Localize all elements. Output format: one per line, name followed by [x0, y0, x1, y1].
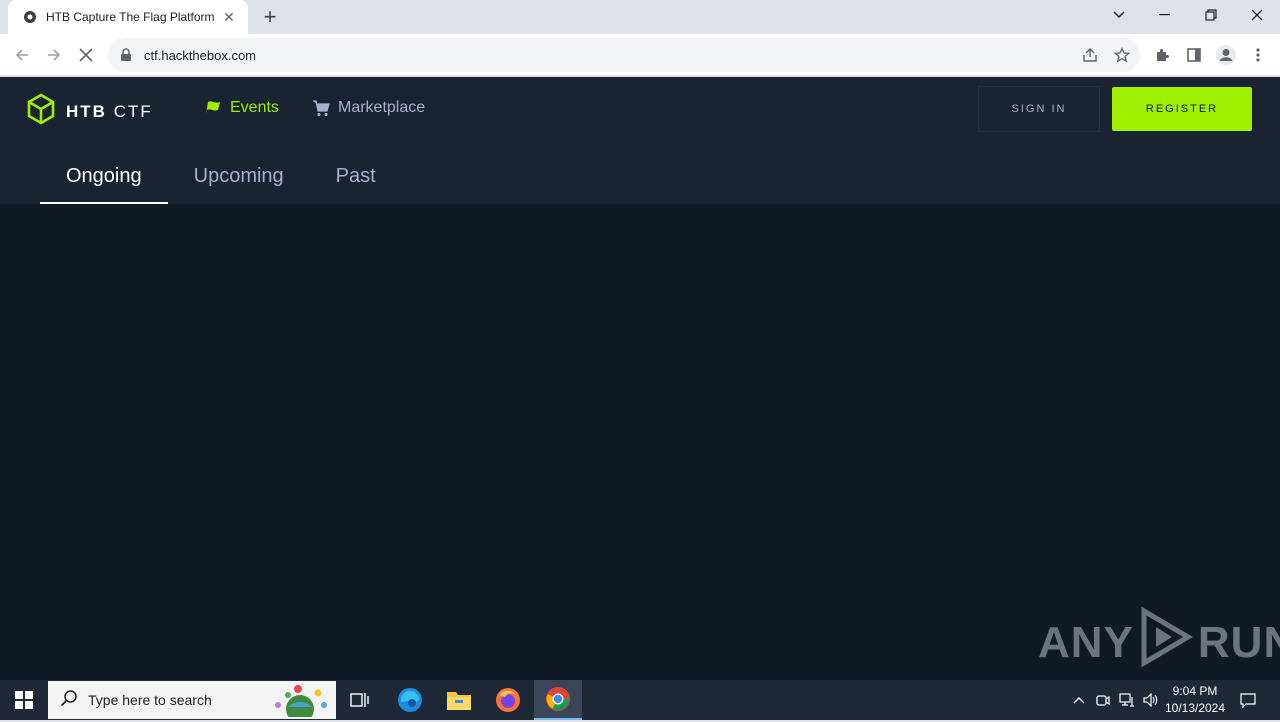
restore-button[interactable] [1188, 0, 1234, 30]
nav-marketplace[interactable]: Marketplace [312, 99, 425, 117]
logo-text: HTB CTF [66, 102, 153, 122]
new-tab-button[interactable]: + [258, 5, 282, 29]
flag-icon [204, 100, 222, 116]
network-icon[interactable] [1116, 680, 1138, 720]
anyrun-watermark: ANY RUN [1038, 606, 1280, 678]
browser-tabstrip: HTB Capture The Flag Platform | ✕ + [0, 0, 1280, 34]
tab-past[interactable]: Past [310, 157, 402, 204]
logo-ctf: CTF [113, 101, 153, 121]
clock-date: 10/13/2024 [1164, 701, 1226, 715]
chrome-menu-icon[interactable] [1244, 41, 1272, 69]
tab-close-icon[interactable]: ✕ [220, 8, 238, 26]
watermark-left-text: ANY [1038, 617, 1134, 667]
clock-time: 9:04 PM [1172, 684, 1218, 698]
profile-avatar-icon[interactable] [1212, 41, 1240, 69]
tab-title: HTB Capture The Flag Platform | [46, 10, 214, 24]
windows-taskbar: Type here to search 9:04 PM 10/13/2024 [0, 680, 1280, 722]
cart-icon [312, 99, 330, 117]
share-icon[interactable] [1076, 41, 1104, 69]
side-panel-icon[interactable] [1180, 41, 1208, 69]
chrome-taskbar-icon[interactable] [534, 680, 582, 720]
taskbar-search-input[interactable]: Type here to search [48, 681, 336, 722]
site-header: HTB CTF Events Marketplace SIGN IN REGIS… [0, 77, 1280, 204]
url-text: ctf.hackthebox.com [144, 47, 256, 63]
htb-favicon-icon [22, 9, 38, 25]
tab-search-icon[interactable] [1096, 0, 1142, 30]
logo-htb: HTB [66, 101, 107, 121]
webpage: HTB CTF Events Marketplace SIGN IN REGIS… [0, 77, 1280, 680]
stop-loading-button[interactable] [72, 41, 100, 69]
search-highlight-illustration-icon [264, 683, 330, 722]
tab-ongoing[interactable]: Ongoing [40, 157, 168, 204]
volume-icon[interactable] [1140, 680, 1162, 720]
edge-browser-icon[interactable] [386, 680, 434, 720]
meet-now-icon[interactable] [1092, 680, 1114, 720]
search-placeholder: Type here to search [88, 692, 212, 708]
notifications-icon[interactable] [1234, 680, 1262, 720]
forward-button[interactable] [40, 41, 68, 69]
back-button[interactable] [8, 41, 36, 69]
sign-in-button[interactable]: SIGN IN [978, 86, 1100, 132]
nav-events[interactable]: Events [204, 99, 279, 117]
event-tabs: Ongoing Upcoming Past [40, 157, 402, 204]
watermark-right-text: RUN [1197, 617, 1280, 667]
htb-logo[interactable]: HTB CTF [26, 93, 153, 130]
browser-tab-active[interactable]: HTB Capture The Flag Platform | ✕ [8, 0, 248, 34]
browser-toolbar: ctf.hackthebox.com [0, 34, 1280, 76]
windows-start-icon[interactable] [0, 680, 48, 720]
tray-chevron-icon[interactable] [1068, 680, 1090, 720]
address-bar[interactable]: ctf.hackthebox.com [108, 38, 1140, 72]
firefox-icon[interactable] [484, 680, 532, 720]
nav-events-label: Events [230, 99, 279, 116]
lock-icon[interactable] [120, 48, 134, 62]
play-logo-icon [1138, 606, 1194, 678]
cube-logo-icon [26, 93, 56, 130]
bookmark-star-icon[interactable] [1108, 41, 1136, 69]
minimize-button[interactable] [1142, 0, 1188, 30]
file-explorer-icon[interactable] [435, 680, 483, 720]
nav-marketplace-label: Marketplace [338, 99, 426, 116]
taskbar-clock[interactable]: 9:04 PM 10/13/2024 [1160, 683, 1230, 717]
extensions-icon[interactable] [1148, 41, 1176, 69]
register-button[interactable]: REGISTER [1112, 87, 1252, 131]
close-window-button[interactable] [1234, 0, 1280, 30]
search-icon [60, 689, 78, 712]
task-view-icon[interactable] [336, 680, 384, 720]
tab-upcoming[interactable]: Upcoming [168, 157, 310, 204]
